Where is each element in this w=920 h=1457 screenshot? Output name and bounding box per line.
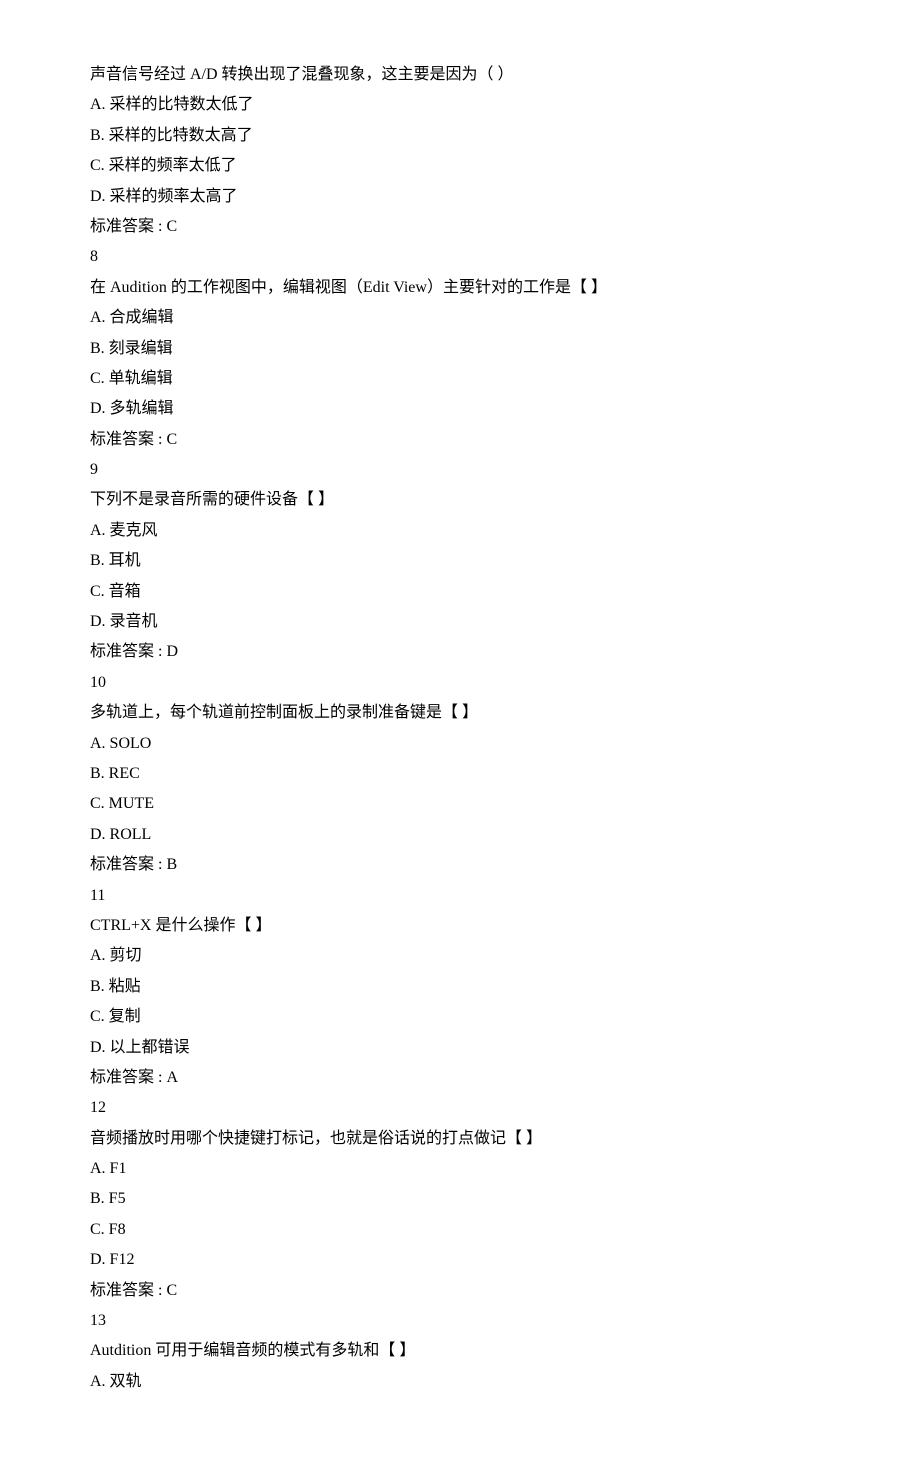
option-a: A. F1: [90, 1154, 830, 1184]
option-c: C. F8: [90, 1215, 830, 1245]
option-a: A. 剪切: [90, 941, 830, 971]
option-a: A. 合成编辑: [90, 303, 830, 333]
option-a: A. SOLO: [90, 729, 830, 759]
question-block: 8 在 Audition 的工作视图中，编辑视图（Edit View）主要针对的…: [90, 242, 830, 455]
option-b: B. F5: [90, 1184, 830, 1214]
question-number: 12: [90, 1093, 830, 1123]
question-stem: 在 Audition 的工作视图中，编辑视图（Edit View）主要针对的工作…: [90, 273, 830, 303]
question-number: 10: [90, 668, 830, 698]
option-a: A. 双轨: [90, 1367, 830, 1397]
option-b: B. 耳机: [90, 546, 830, 576]
option-d: D. 录音机: [90, 607, 830, 637]
option-d: D. 多轨编辑: [90, 394, 830, 424]
question-stem: 音频播放时用哪个快捷键打标记，也就是俗话说的打点做记【 】: [90, 1124, 830, 1154]
question-number: 13: [90, 1306, 830, 1336]
question-block: 13 Autdition 可用于编辑音频的模式有多轨和【 】 A. 双轨: [90, 1306, 830, 1397]
option-d: D. 采样的频率太高了: [90, 182, 830, 212]
question-block: 声音信号经过 A/D 转换出现了混叠现象，这主要是因为（ ） A. 采样的比特数…: [90, 60, 830, 242]
option-c: C. 单轨编辑: [90, 364, 830, 394]
question-number: 8: [90, 242, 830, 272]
question-number: 11: [90, 881, 830, 911]
question-stem: 声音信号经过 A/D 转换出现了混叠现象，这主要是因为（ ）: [90, 60, 830, 90]
question-stem: 下列不是录音所需的硬件设备【 】: [90, 485, 830, 515]
option-d: D. ROLL: [90, 820, 830, 850]
question-block: 12 音频播放时用哪个快捷键打标记，也就是俗话说的打点做记【 】 A. F1 B…: [90, 1093, 830, 1306]
option-c: C. MUTE: [90, 789, 830, 819]
question-block: 10 多轨道上，每个轨道前控制面板上的录制准备键是【 】 A. SOLO B. …: [90, 668, 830, 881]
question-block: 9 下列不是录音所需的硬件设备【 】 A. 麦克风 B. 耳机 C. 音箱 D.…: [90, 455, 830, 668]
answer-label: 标准答案 : B: [90, 850, 830, 880]
option-b: B. 采样的比特数太高了: [90, 121, 830, 151]
question-number: 9: [90, 455, 830, 485]
question-stem: 多轨道上，每个轨道前控制面板上的录制准备键是【 】: [90, 698, 830, 728]
option-b: B. REC: [90, 759, 830, 789]
answer-label: 标准答案 : C: [90, 212, 830, 242]
question-stem: CTRL+X 是什么操作【 】: [90, 911, 830, 941]
answer-label: 标准答案 : D: [90, 637, 830, 667]
answer-label: 标准答案 : C: [90, 425, 830, 455]
question-stem: Autdition 可用于编辑音频的模式有多轨和【 】: [90, 1336, 830, 1366]
option-d: D. 以上都错误: [90, 1033, 830, 1063]
answer-label: 标准答案 : C: [90, 1276, 830, 1306]
option-c: C. 复制: [90, 1002, 830, 1032]
option-c: C. 音箱: [90, 577, 830, 607]
document-page: 声音信号经过 A/D 转换出现了混叠现象，这主要是因为（ ） A. 采样的比特数…: [90, 60, 830, 1397]
option-a: A. 采样的比特数太低了: [90, 90, 830, 120]
option-a: A. 麦克风: [90, 516, 830, 546]
option-d: D. F12: [90, 1245, 830, 1275]
question-block: 11 CTRL+X 是什么操作【 】 A. 剪切 B. 粘贴 C. 复制 D. …: [90, 881, 830, 1094]
option-b: B. 粘贴: [90, 972, 830, 1002]
option-b: B. 刻录编辑: [90, 334, 830, 364]
option-c: C. 采样的频率太低了: [90, 151, 830, 181]
answer-label: 标准答案 : A: [90, 1063, 830, 1093]
